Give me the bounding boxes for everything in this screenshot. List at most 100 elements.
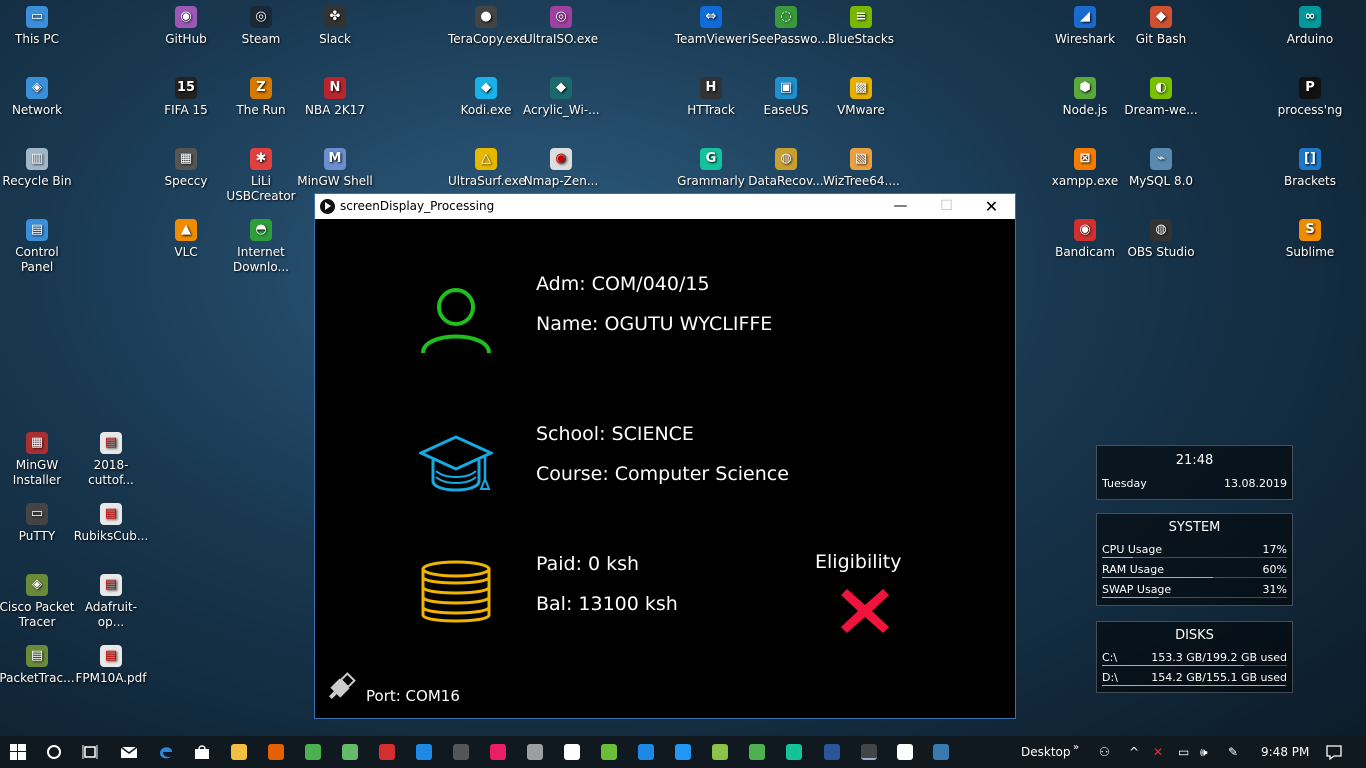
search-icon[interactable] (46, 744, 62, 760)
desktop-icon-wiztree64[interactable]: ▧ WizTree64.... (823, 148, 900, 189)
desktop-icon-dream-we[interactable]: ◐ Dream-we... (1123, 77, 1199, 118)
start-button[interactable] (10, 744, 26, 760)
desktop-icon-bluestacks[interactable]: ≡ BlueStacks (823, 6, 899, 47)
desktop-icon-ultrasurf-exe[interactable]: △ UltraSurf.exe (448, 148, 526, 189)
taskbar-winrar-icon[interactable] (379, 744, 395, 760)
window-titlebar[interactable]: screenDisplay_Processing — ☐ ✕ (315, 194, 1015, 219)
taskbar-vscode-icon[interactable] (675, 744, 691, 760)
desktop-icon-iseepasswo[interactable]: ◌ iSeePasswo... (748, 6, 829, 47)
taskbar-file-explorer-icon[interactable] (231, 744, 247, 760)
desktop-icon-nmap-zen[interactable]: ◉ Nmap-Zen... (523, 148, 599, 189)
desktop-icon-adafruit-op[interactable]: ▤ Adafruit-op... (73, 574, 149, 630)
desktop-icon-mingw-installer[interactable]: ▦ MinGW Installer (0, 432, 75, 488)
desktop-icon-steam[interactable]: ◎ Steam (223, 6, 299, 47)
task-view-icon[interactable] (82, 744, 98, 760)
desktop-icon-internet-downlo[interactable]: ◓ Internet Downlo... (223, 219, 299, 275)
coins-icon (421, 560, 491, 623)
desktop-icon-ultraiso-exe[interactable]: ◎ UltraISO.exe (523, 6, 599, 47)
desktop-icon-label: Cisco Packet Tracer (0, 600, 75, 629)
taskbar-chrome-icon[interactable] (305, 744, 321, 760)
desktop-icon-cisco-packet-tracer[interactable]: ◈ Cisco Packet Tracer (0, 574, 75, 630)
desktop-icon-mingw-shell[interactable]: M MinGW Shell (297, 148, 373, 189)
desktop-icon-httrack[interactable]: H HTTrack (673, 77, 749, 118)
taskbar-photos-icon[interactable] (638, 744, 654, 760)
desktop-icon-lili-usbcreator[interactable]: ✱ LiLi USBCreator (223, 148, 299, 204)
toolbar-expand-icon[interactable]: » (1073, 736, 1079, 768)
taskbar-keep-icon[interactable] (749, 744, 765, 760)
desktop-icon-rubikscub[interactable]: ▤ RubiksCub... (73, 503, 149, 544)
desktop-icon-label: This PC (15, 32, 59, 46)
close-button[interactable]: ✕ (969, 194, 1014, 219)
desktop-icon-slack[interactable]: ✤ Slack (297, 6, 373, 47)
desktop-icon-packettrac[interactable]: ▤ PacketTrac... (0, 645, 75, 686)
show-hidden-icons-chevron-icon[interactable]: ^ (1129, 736, 1139, 768)
desktop-icon-brackets[interactable]: [] Brackets (1272, 148, 1348, 189)
minimize-button[interactable]: — (878, 194, 923, 219)
sketch-canvas: Adm: COM/040/15 Name: OGUTU WYCLIFFE Sch… (315, 219, 1015, 719)
desktop-icon-the-run[interactable]: Z The Run (223, 77, 299, 118)
desktop-icon-nba-2k17[interactable]: N NBA 2K17 (297, 77, 373, 118)
taskbar-intellij-icon[interactable] (490, 744, 506, 760)
taskbar-inkscape-icon[interactable] (564, 744, 580, 760)
desktop-icon-datarecov[interactable]: ◍ DataRecov... (748, 148, 824, 189)
taskbar-grammarly-icon[interactable] (786, 744, 802, 760)
desktop-icon-2018-cuttof[interactable]: ▤ 2018-cuttof... (73, 432, 149, 488)
taskbar-clock[interactable]: 9:48 PM (1261, 736, 1309, 768)
taskbar-firefox-icon[interactable] (268, 744, 284, 760)
app-icon: ▤ (26, 219, 48, 241)
taskbar-virtualbox-icon[interactable] (416, 744, 432, 760)
desktop-icon-sublime[interactable]: S Sublime (1272, 219, 1348, 260)
disk-level-bar (1102, 665, 1244, 666)
taskbar-android-studio-icon[interactable] (712, 744, 728, 760)
taskbar-wireshark-icon[interactable] (933, 744, 949, 760)
desktop-icon-grammarly[interactable]: G Grammarly (673, 148, 749, 189)
maximize-button[interactable]: ☐ (924, 194, 969, 219)
taskbar-anydroid-icon[interactable] (527, 744, 543, 760)
desktop-icon-wireshark[interactable]: ◢ Wireshark (1047, 6, 1123, 47)
desktop-icon-git-bash[interactable]: ◆ Git Bash (1123, 6, 1199, 47)
app-icon: ∞ (1299, 6, 1321, 28)
taskbar-processing-icon[interactable] (861, 744, 877, 760)
volume-icon[interactable]: 🕪 (1200, 736, 1208, 768)
taskbar-utorrent-icon[interactable] (601, 744, 617, 760)
desktop-icon-acrylic-wi[interactable]: ◆ Acrylic_Wi-... (523, 77, 600, 118)
desktop-icon-putty[interactable]: ▭ PuTTY (0, 503, 75, 544)
desktop-icon-network[interactable]: ◈ Network (0, 77, 75, 118)
pen-workspace-icon[interactable]: ✎ (1228, 736, 1238, 768)
app-icon: ◆ (550, 77, 572, 99)
mail-icon[interactable] (121, 745, 137, 759)
desktop-icon-easeus[interactable]: ▣ EaseUS (748, 77, 824, 118)
edge-icon[interactable] (158, 744, 174, 760)
desktop-icon-label: Arduino (1286, 32, 1334, 46)
desktop-icon-node-js[interactable]: ⬢ Node.js (1047, 77, 1123, 118)
desktop-icon-bandicam[interactable]: ◉ Bandicam (1047, 219, 1123, 260)
desktop-icon-label: EaseUS (763, 103, 809, 117)
desktop-icon-process-ng[interactable]: Pprocess'ng (1272, 77, 1348, 118)
desktop-icon-mysql-8-0[interactable]: ⌁ MySQL 8.0 (1123, 148, 1199, 189)
network-disconnected-icon[interactable]: ✕ (1153, 736, 1163, 768)
taskbar-processing-sketch-icon[interactable] (897, 744, 913, 760)
desktop-icon-teamviewer[interactable]: ⇔ TeamViewer (673, 6, 749, 47)
desktop-icon-arduino[interactable]: ∞ Arduino (1272, 6, 1348, 47)
taskbar-word-icon[interactable] (824, 744, 840, 760)
desktop-icon-xampp-exe[interactable]: ⊠ xampp.exe (1047, 148, 1123, 189)
taskbar-atom-icon[interactable] (342, 744, 358, 760)
store-icon[interactable] (194, 744, 210, 760)
desktop-toolbar-label[interactable]: Desktop (1021, 736, 1071, 768)
action-center-icon[interactable] (1326, 745, 1342, 760)
desktop-icon-fpm10a-pdf[interactable]: ▤ FPM10A.pdf (73, 645, 149, 686)
desktop-icon-speccy[interactable]: ▦ Speccy (148, 148, 224, 189)
desktop-icon-control-panel[interactable]: ▤ Control Panel (0, 219, 75, 275)
desktop-icon-kodi-exe[interactable]: ◆ Kodi.exe (448, 77, 524, 118)
desktop-icon-vmware[interactable]: ▩ VMware (823, 77, 899, 118)
desktop-icon-recycle-bin[interactable]: ▥ Recycle Bin (0, 148, 75, 189)
desktop-icon-fifa-15[interactable]: 15 FIFA 15 (148, 77, 224, 118)
desktop-icon-obs-studio[interactable]: ◍ OBS Studio (1123, 219, 1199, 260)
desktop-icon-this-pc[interactable]: ▭ This PC (0, 6, 75, 47)
battery-icon[interactable]: ▭ (1178, 736, 1189, 768)
desktop-icon-vlc[interactable]: ▲ VLC (148, 219, 224, 260)
taskbar-vpn-icon[interactable] (453, 744, 469, 760)
people-icon[interactable]: ⚇ (1099, 736, 1110, 768)
desktop-icon-github[interactable]: ◉ GitHub (148, 6, 224, 47)
desktop-icon-teracopy-exe[interactable]: ● TeraCopy.exe (448, 6, 527, 47)
